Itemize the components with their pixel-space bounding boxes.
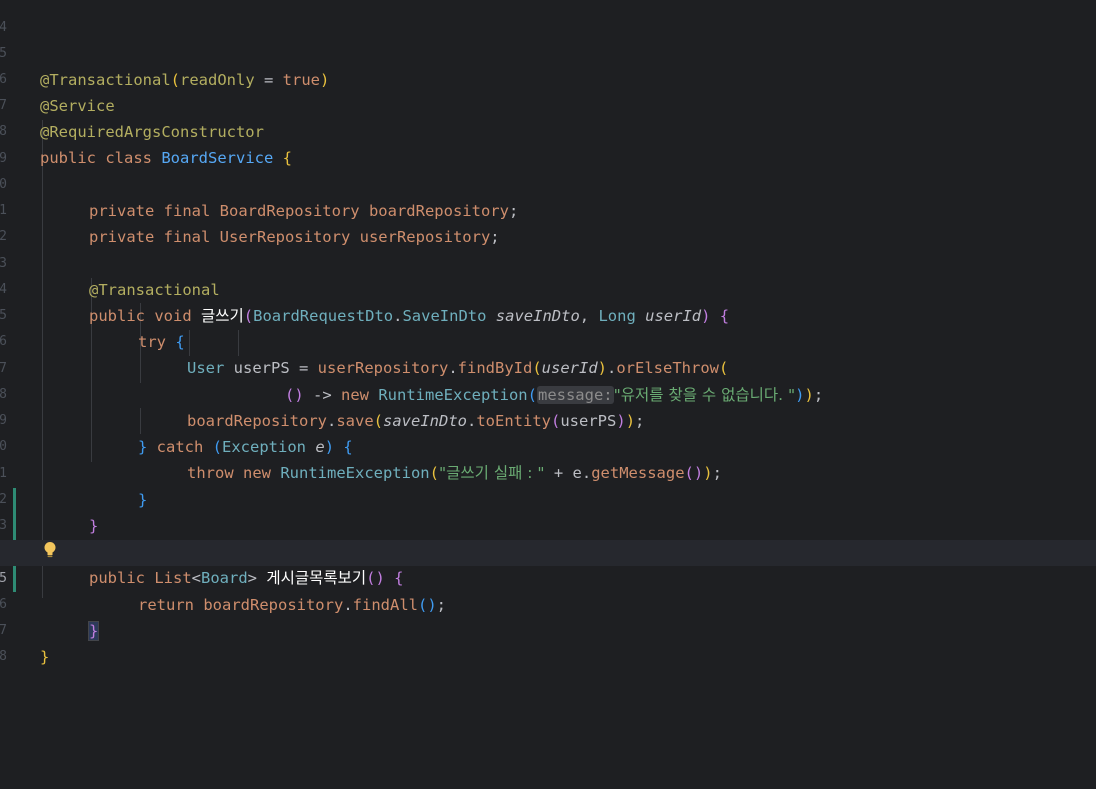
code-line[interactable]: 8 boardRepository.save(saveInDto.toEntit… <box>0 356 1096 430</box>
code-line[interactable]: 6 @Service <box>0 41 1096 115</box>
lightbulb-icon[interactable] <box>43 541 57 559</box>
code-line[interactable]: 6 User userPS = userRepository.findById(… <box>0 303 1096 377</box>
code-line[interactable]: 1 } <box>0 435 1096 509</box>
code-line[interactable]: 3 @Transactional <box>0 225 1096 299</box>
code-editor[interactable]: 4 5 @Transactional(readOnly = true) 6 @S… <box>0 0 1096 789</box>
code-line[interactable]: 6 } <box>0 566 1096 641</box>
code-line[interactable]: 4 <box>0 0 1096 35</box>
code-line[interactable]: 5 @Transactional(readOnly = true) <box>0 15 1096 89</box>
code-line[interactable]: 0 throw new RuntimeException("글쓰기 실패 : "… <box>0 408 1096 482</box>
code-line[interactable]: 1 private final UserRepository userRepos… <box>0 172 1096 246</box>
code-line[interactable]: 7 @RequiredArgsConstructor <box>0 67 1096 141</box>
code-line[interactable]: 2 <box>0 198 1096 244</box>
brace: } <box>40 648 50 666</box>
code-line[interactable]: 9 } catch (Exception e) { <box>0 382 1096 456</box>
code-line-current[interactable]: 5 return boardRepository.findAll(); <box>0 540 1096 614</box>
code-line[interactable]: 9 <box>0 120 1096 166</box>
code-line[interactable]: 0 private final BoardRepository boardRep… <box>0 146 1096 220</box>
code-line[interactable]: 3 <box>0 487 1096 533</box>
code-line[interactable]: 2 } <box>0 461 1096 535</box>
code-line[interactable]: 7 } <box>0 592 1096 666</box>
code-line[interactable]: 8 public class BoardService { <box>0 93 1096 167</box>
code-line[interactable]: 5 try { <box>0 277 1096 351</box>
code-line[interactable]: 4 public void 글쓰기(BoardRequestDto.SaveIn… <box>0 251 1096 325</box>
line-number: 8 <box>0 649 7 664</box>
code-line[interactable]: 4 public List<Board> 게시글목록보기() { <box>0 513 1096 587</box>
code-line[interactable]: 8 <box>0 618 1096 664</box>
code-line[interactable]: 7 () -> new RuntimeException(message:"유저… <box>0 330 1096 404</box>
